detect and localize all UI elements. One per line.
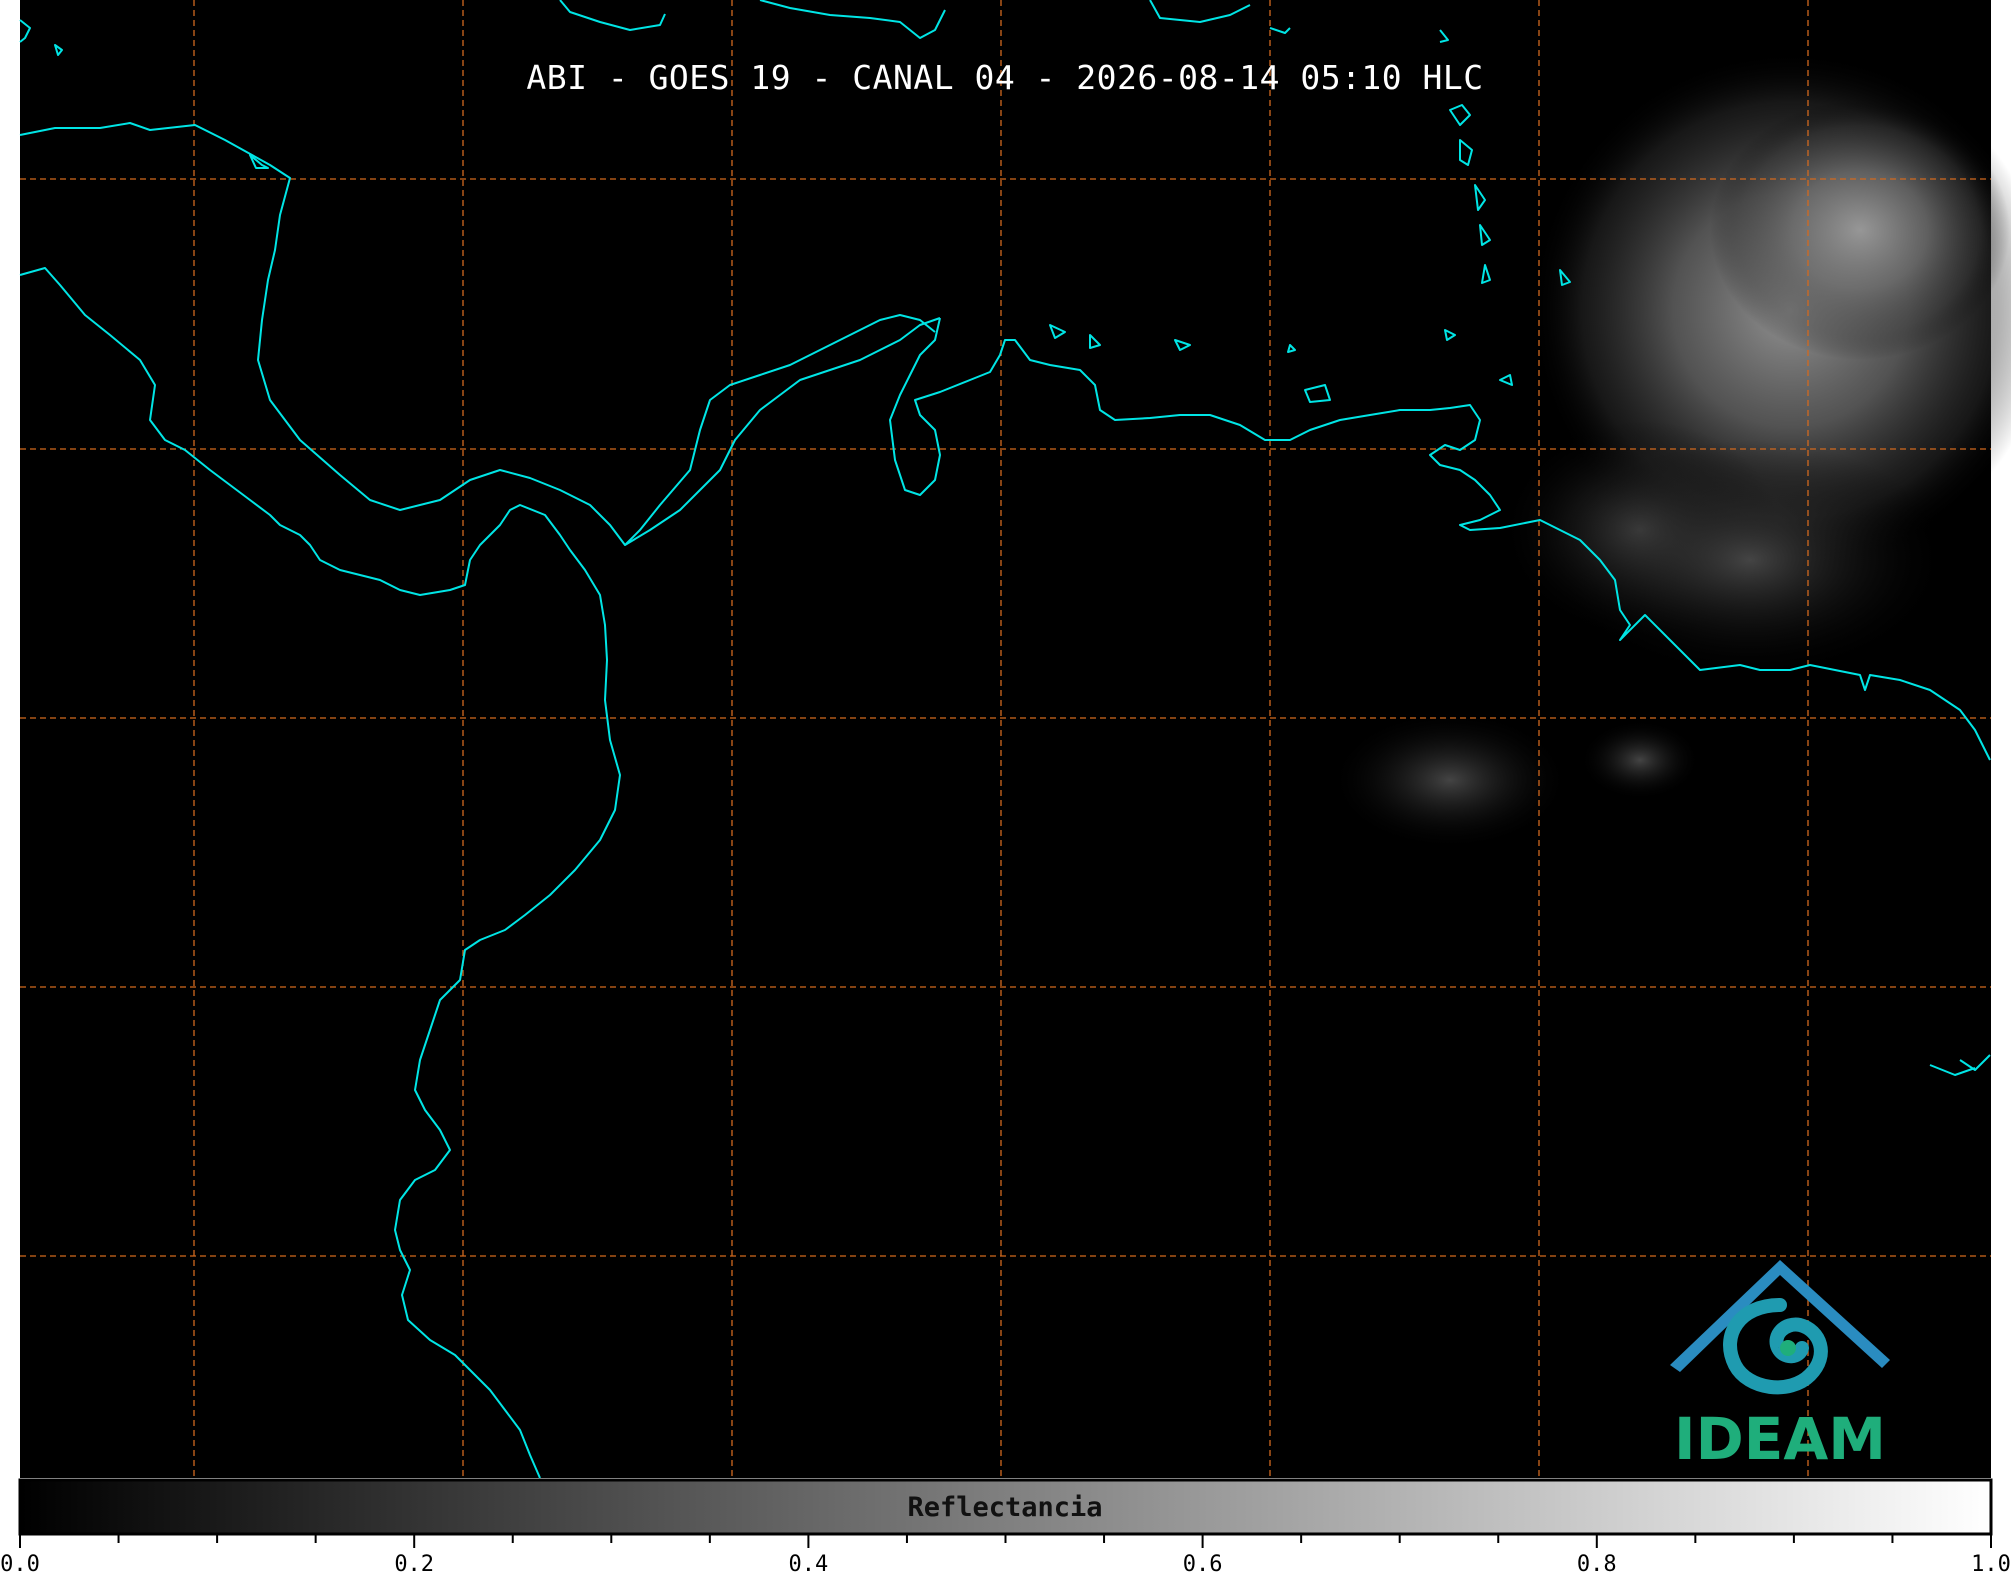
colorbar-tick-label: 0.8 (1576, 1552, 1617, 1577)
ideam-logo: IDEAM (1660, 1250, 1900, 1473)
ideam-logo-icon (1670, 1260, 1890, 1395)
colorbar-tick-label: 0.4 (788, 1552, 829, 1577)
image-title: ABI - GOES 19 - CANAL 04 - 2026-08-14 05… (526, 58, 1484, 97)
colorbar-ticks (19, 1534, 1992, 1548)
satellite-image-frame: ABI - GOES 19 - CANAL 04 - 2026-08-14 05… (0, 0, 2011, 1577)
colorbar-tick-label: 0.2 (394, 1552, 435, 1577)
colorbar-tick-label: 0.0 (0, 1552, 40, 1577)
ideam-logo-text: IDEAM (1674, 1405, 1886, 1473)
colorbar-tick-label: 1.0 (1971, 1552, 2011, 1577)
colorbar-tick-label: 0.6 (1182, 1552, 1223, 1577)
colorbar-label: Reflectancia (907, 1492, 1103, 1523)
